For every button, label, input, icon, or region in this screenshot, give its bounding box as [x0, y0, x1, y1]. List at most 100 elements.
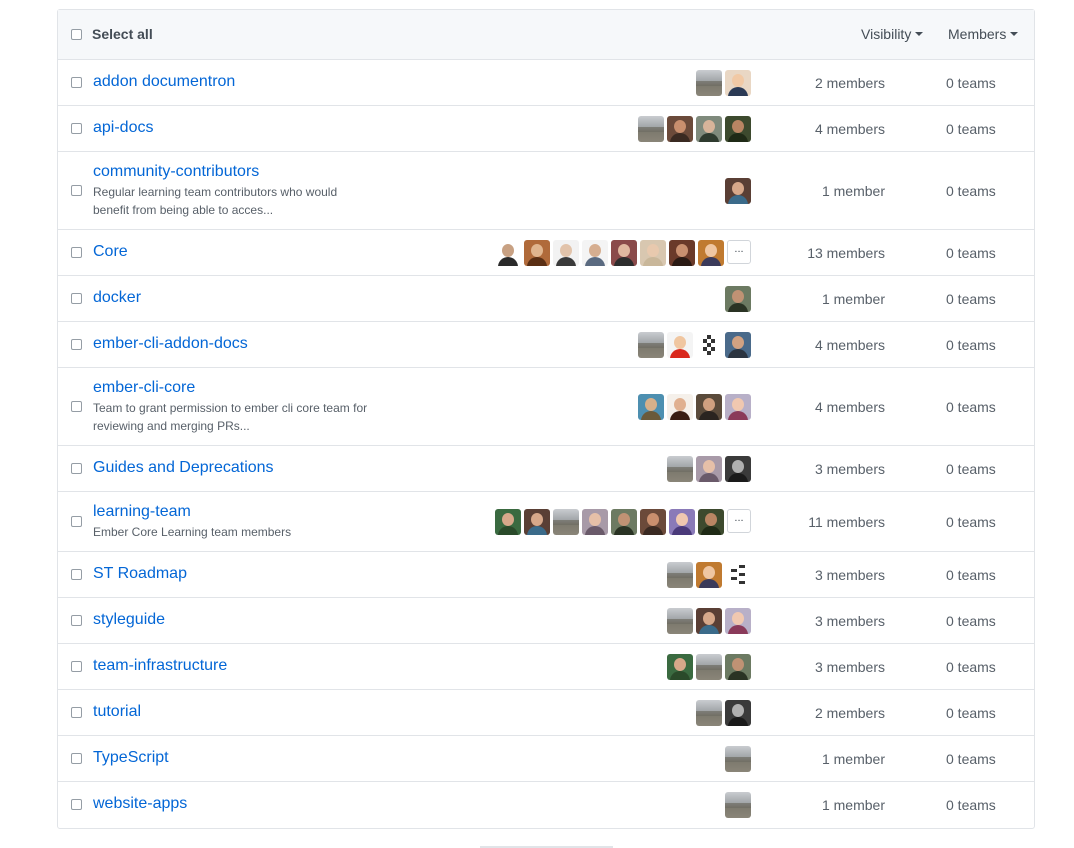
avatar[interactable] — [582, 508, 608, 535]
member-count[interactable]: 2 members — [815, 75, 885, 91]
avatar[interactable] — [698, 508, 724, 535]
avatar-placeholder[interactable] — [696, 69, 722, 96]
team-checkbox[interactable] — [71, 614, 82, 626]
team-name-link[interactable]: tutorial — [93, 703, 141, 721]
avatar-placeholder[interactable] — [667, 607, 693, 634]
child-team-count[interactable]: 0 teams — [946, 751, 996, 767]
team-checkbox[interactable] — [71, 660, 82, 672]
avatar[interactable] — [725, 393, 751, 420]
avatar[interactable] — [725, 653, 751, 680]
avatar[interactable] — [696, 607, 722, 634]
avatar[interactable] — [611, 508, 637, 535]
select-all-label[interactable]: Select all — [92, 26, 153, 42]
avatar[interactable] — [696, 393, 722, 420]
member-count[interactable]: 3 members — [815, 461, 885, 477]
team-checkbox[interactable] — [71, 706, 82, 718]
child-team-count[interactable]: 0 teams — [946, 514, 996, 530]
avatar[interactable] — [725, 115, 751, 142]
team-name-link[interactable]: website-apps — [93, 795, 187, 813]
member-count[interactable]: 4 members — [815, 121, 885, 137]
avatar[interactable] — [696, 561, 722, 588]
avatar[interactable] — [669, 508, 695, 535]
team-name-link[interactable]: addon documentron — [93, 73, 235, 91]
team-checkbox[interactable] — [71, 246, 82, 258]
team-checkbox[interactable] — [71, 184, 82, 196]
avatar[interactable] — [725, 177, 751, 204]
member-count[interactable]: 1 member — [822, 751, 885, 767]
team-checkbox[interactable] — [71, 122, 82, 134]
avatar-identicon[interactable] — [725, 561, 751, 588]
avatar[interactable] — [524, 508, 550, 535]
avatar[interactable] — [725, 331, 751, 358]
member-count[interactable]: 13 members — [807, 245, 885, 261]
child-team-count[interactable]: 0 teams — [946, 245, 996, 261]
avatar[interactable] — [611, 239, 637, 266]
select-all-checkbox[interactable] — [71, 29, 82, 40]
avatar-placeholder[interactable] — [638, 115, 664, 142]
avatar[interactable] — [640, 508, 666, 535]
avatar[interactable] — [725, 699, 751, 726]
avatar[interactable] — [725, 607, 751, 634]
member-count[interactable]: 3 members — [815, 613, 885, 629]
member-count[interactable]: 2 members — [815, 705, 885, 721]
child-team-count[interactable]: 0 teams — [946, 121, 996, 137]
team-checkbox[interactable] — [71, 400, 82, 412]
member-count[interactable]: 11 members — [808, 514, 885, 530]
avatar[interactable] — [495, 508, 521, 535]
avatar-placeholder[interactable] — [667, 455, 693, 482]
member-count[interactable]: 1 member — [822, 291, 885, 307]
member-count[interactable]: 4 members — [815, 337, 885, 353]
team-checkbox[interactable] — [71, 752, 82, 764]
avatar-identicon[interactable] — [696, 331, 722, 358]
team-checkbox[interactable] — [71, 292, 82, 304]
avatar[interactable] — [667, 115, 693, 142]
team-name-link[interactable]: ST Roadmap — [93, 565, 187, 583]
avatar[interactable] — [582, 239, 608, 266]
team-checkbox[interactable] — [71, 462, 82, 474]
member-count[interactable]: 4 members — [815, 399, 885, 415]
team-name-link[interactable]: docker — [93, 289, 141, 307]
member-count[interactable]: 3 members — [815, 659, 885, 675]
avatar[interactable] — [640, 239, 666, 266]
team-name-link[interactable]: styleguide — [93, 611, 165, 629]
child-team-count[interactable]: 0 teams — [946, 291, 996, 307]
avatar[interactable] — [669, 239, 695, 266]
member-count[interactable]: 1 member — [822, 183, 885, 199]
avatar[interactable] — [667, 331, 693, 358]
more-members-button[interactable]: ... — [727, 239, 751, 264]
child-team-count[interactable]: 0 teams — [946, 659, 996, 675]
child-team-count[interactable]: 0 teams — [946, 567, 996, 583]
team-name-link[interactable]: TypeScript — [93, 749, 169, 767]
team-checkbox[interactable] — [71, 568, 82, 580]
team-checkbox[interactable] — [71, 338, 82, 350]
avatar[interactable] — [725, 285, 751, 312]
child-team-count[interactable]: 0 teams — [946, 399, 996, 415]
avatar-placeholder[interactable] — [696, 699, 722, 726]
team-checkbox[interactable] — [71, 76, 82, 88]
avatar[interactable] — [725, 69, 751, 96]
avatar-placeholder[interactable] — [553, 508, 579, 535]
team-name-link[interactable]: api-docs — [93, 119, 153, 137]
more-members-button[interactable]: ... — [727, 508, 751, 533]
team-name-link[interactable]: ember-cli-core — [93, 379, 195, 397]
team-checkbox[interactable] — [71, 515, 82, 527]
member-count[interactable]: 3 members — [815, 567, 885, 583]
avatar[interactable] — [553, 239, 579, 266]
avatar[interactable] — [696, 115, 722, 142]
child-team-count[interactable]: 0 teams — [946, 705, 996, 721]
avatar[interactable] — [725, 455, 751, 482]
child-team-count[interactable]: 0 teams — [946, 461, 996, 477]
child-team-count[interactable]: 0 teams — [946, 183, 996, 199]
avatar[interactable] — [696, 455, 722, 482]
avatar-placeholder[interactable] — [696, 653, 722, 680]
visibility-dropdown[interactable]: Visibility — [861, 26, 924, 42]
members-dropdown[interactable]: Members — [948, 26, 1019, 42]
avatar[interactable] — [698, 239, 724, 266]
avatar[interactable] — [524, 239, 550, 266]
avatar-placeholder[interactable] — [638, 331, 664, 358]
team-name-link[interactable]: learning-team — [93, 503, 191, 521]
avatar[interactable] — [495, 239, 521, 266]
team-name-link[interactable]: Core — [93, 243, 128, 261]
avatar-placeholder[interactable] — [667, 561, 693, 588]
avatar[interactable] — [667, 393, 693, 420]
